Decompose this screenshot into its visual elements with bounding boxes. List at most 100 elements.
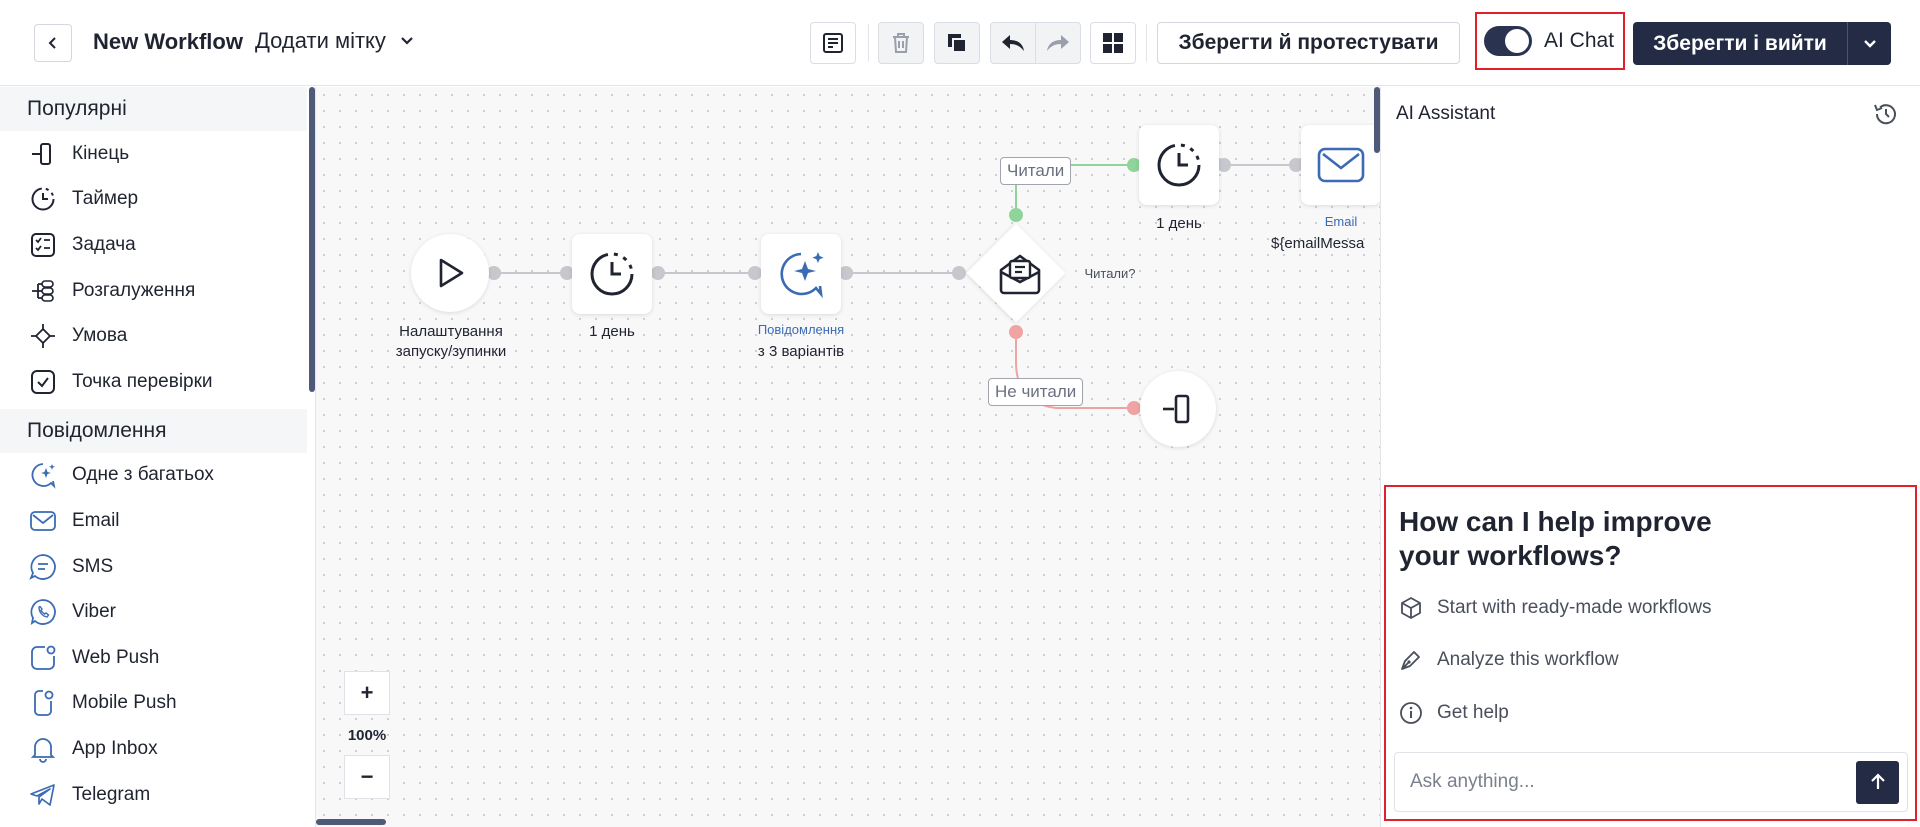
palette-item-label: Умова — [72, 325, 128, 347]
task-icon — [28, 230, 58, 260]
end-icon — [1163, 394, 1190, 424]
undo-button[interactable] — [990, 22, 1036, 64]
ai-chat-box: How can I help improve your workflows? S… — [1384, 485, 1917, 821]
zoom-controls: + 100% − — [344, 671, 390, 799]
start-node[interactable] — [411, 234, 489, 312]
delete-button[interactable] — [878, 22, 924, 64]
timer-icon — [590, 252, 634, 296]
condition-icon — [28, 321, 58, 351]
palette-item-web-push[interactable]: Web Push — [0, 635, 315, 681]
workflow-canvas[interactable]: Налаштування запуску/зупинки 1 день Пові… — [316, 87, 1380, 827]
chevron-left-icon — [48, 37, 56, 49]
palette-item-task[interactable]: Задача — [0, 222, 315, 268]
palette-item-label: Розгалуження — [72, 279, 196, 301]
suggestion-label: Start with ready-made workflows — [1437, 597, 1712, 618]
timer-icon — [28, 184, 58, 214]
palette-item-label: Таймер — [72, 188, 139, 210]
info-icon — [1399, 701, 1423, 725]
branch-label-read[interactable]: Читали — [1000, 157, 1072, 185]
arrow-up-icon — [1870, 773, 1885, 789]
save-and-test-button[interactable]: Зберегти й протестувати — [1157, 22, 1460, 64]
canvas-horizontal-scrollbar[interactable] — [316, 819, 386, 825]
chevron-down-icon — [401, 37, 413, 45]
start-node-label: Налаштування запуску/зупинки — [395, 323, 507, 360]
add-tag-label: Додати мітку — [255, 28, 386, 53]
timer-node[interactable] — [572, 234, 652, 314]
palette-item-label: Кінець — [72, 142, 130, 164]
palette-item-label: Viber — [72, 601, 117, 623]
message-node-label: з 3 варіантів — [757, 343, 845, 360]
ask-input[interactable] — [1410, 771, 1856, 793]
auto-layout-button[interactable] — [1090, 22, 1136, 64]
palette-item-label: App Inbox — [72, 737, 158, 759]
palette-item-label: Задача — [72, 233, 136, 255]
workflow-title[interactable]: New Workflow — [93, 29, 243, 55]
palette-item-end[interactable]: Кінець — [0, 131, 315, 177]
toolbar-divider — [868, 24, 869, 62]
back-button[interactable] — [34, 24, 72, 62]
suggestion-analyze[interactable]: Analyze this workflow — [1399, 648, 1619, 672]
branch-icon — [28, 276, 58, 306]
suggestion-ready-made[interactable]: Start with ready-made workflows — [1399, 596, 1712, 620]
save-options-dropdown[interactable] — [1847, 22, 1891, 65]
ai-chat-switch[interactable] — [1484, 26, 1532, 56]
ai-assistant-panel: AI Assistant How can I help improve your… — [1380, 87, 1920, 827]
branch-label-not-read[interactable]: Не читали — [988, 378, 1084, 406]
palette-item-email[interactable]: Email — [0, 498, 315, 544]
palette-item-telegram[interactable]: Telegram — [0, 772, 315, 818]
palette-item-label: Web Push — [72, 646, 160, 668]
palette-item-sms[interactable]: SMS — [0, 544, 315, 590]
palette-item-one-of-many[interactable]: Одне з багатьох — [0, 453, 315, 499]
palette-item-app-inbox[interactable]: App Inbox — [0, 726, 315, 772]
redo-icon — [1047, 35, 1069, 51]
sparkle-chat-icon — [780, 252, 824, 299]
palette-item-branch[interactable]: Розгалуження — [0, 268, 315, 314]
suggestion-label: Get help — [1437, 702, 1509, 723]
history-icon[interactable] — [1872, 100, 1900, 128]
ai-chat-toggle[interactable]: AI Chat — [1475, 12, 1625, 70]
sidebar-scrollbar[interactable] — [309, 87, 315, 392]
telegram-icon — [28, 780, 58, 810]
bell-icon — [28, 734, 58, 764]
node-palette-sidebar: Популярні Кінець Таймер Задача Розгалуже… — [0, 87, 316, 827]
timer-node-2[interactable] — [1139, 125, 1219, 205]
duplicate-button[interactable] — [934, 22, 980, 64]
checkpoint-icon — [28, 367, 58, 397]
notes-button[interactable] — [810, 22, 856, 64]
end-node[interactable] — [1140, 371, 1216, 447]
save-and-exit-label: Зберегти і вийти — [1653, 31, 1827, 55]
zoom-out-button[interactable]: − — [344, 755, 390, 799]
timer-icon — [1157, 143, 1201, 187]
zoom-level: 100% — [347, 726, 387, 744]
cube-icon — [1399, 596, 1423, 620]
message-variants-node[interactable] — [761, 234, 841, 314]
ask-input-wrapper — [1394, 752, 1908, 812]
redo-button[interactable] — [1035, 22, 1081, 64]
undo-icon — [1002, 35, 1024, 51]
condition-node-label: Читали? — [1084, 266, 1136, 281]
note-icon — [823, 33, 843, 53]
palette-item-mobile-push[interactable]: Mobile Push — [0, 681, 315, 727]
palette-item-timer[interactable]: Таймер — [0, 177, 315, 223]
ai-panel-title: AI Assistant — [1396, 103, 1496, 124]
email-node-type: Email — [1324, 214, 1358, 229]
zoom-in-button[interactable]: + — [344, 671, 390, 715]
save-and-exit-button[interactable]: Зберегти і вийти — [1633, 22, 1891, 65]
suggestion-help[interactable]: Get help — [1399, 701, 1509, 725]
email-node[interactable] — [1301, 125, 1380, 205]
pen-icon — [1399, 648, 1423, 672]
toolbar-divider — [1146, 24, 1147, 62]
grid-icon — [1103, 33, 1123, 53]
ai-chat-label: AI Chat — [1544, 29, 1615, 52]
sms-icon — [28, 552, 58, 582]
palette-item-viber[interactable]: Viber — [0, 589, 315, 635]
timer-node-2-label: 1 день — [1156, 215, 1202, 232]
add-tag-dropdown[interactable]: Додати мітку — [255, 28, 414, 54]
send-button[interactable] — [1856, 760, 1899, 804]
timer-node-label: 1 день — [589, 323, 635, 340]
palette-item-checkpoint[interactable]: Точка перевірки — [0, 359, 315, 405]
palette-item-condition[interactable]: Умова — [0, 313, 315, 359]
palette-item-label: Одне з багатьох — [72, 464, 214, 486]
top-bar: New Workflow Додати мітку Зберегти й про… — [0, 0, 1920, 86]
palette-item-label: Telegram — [72, 783, 151, 805]
